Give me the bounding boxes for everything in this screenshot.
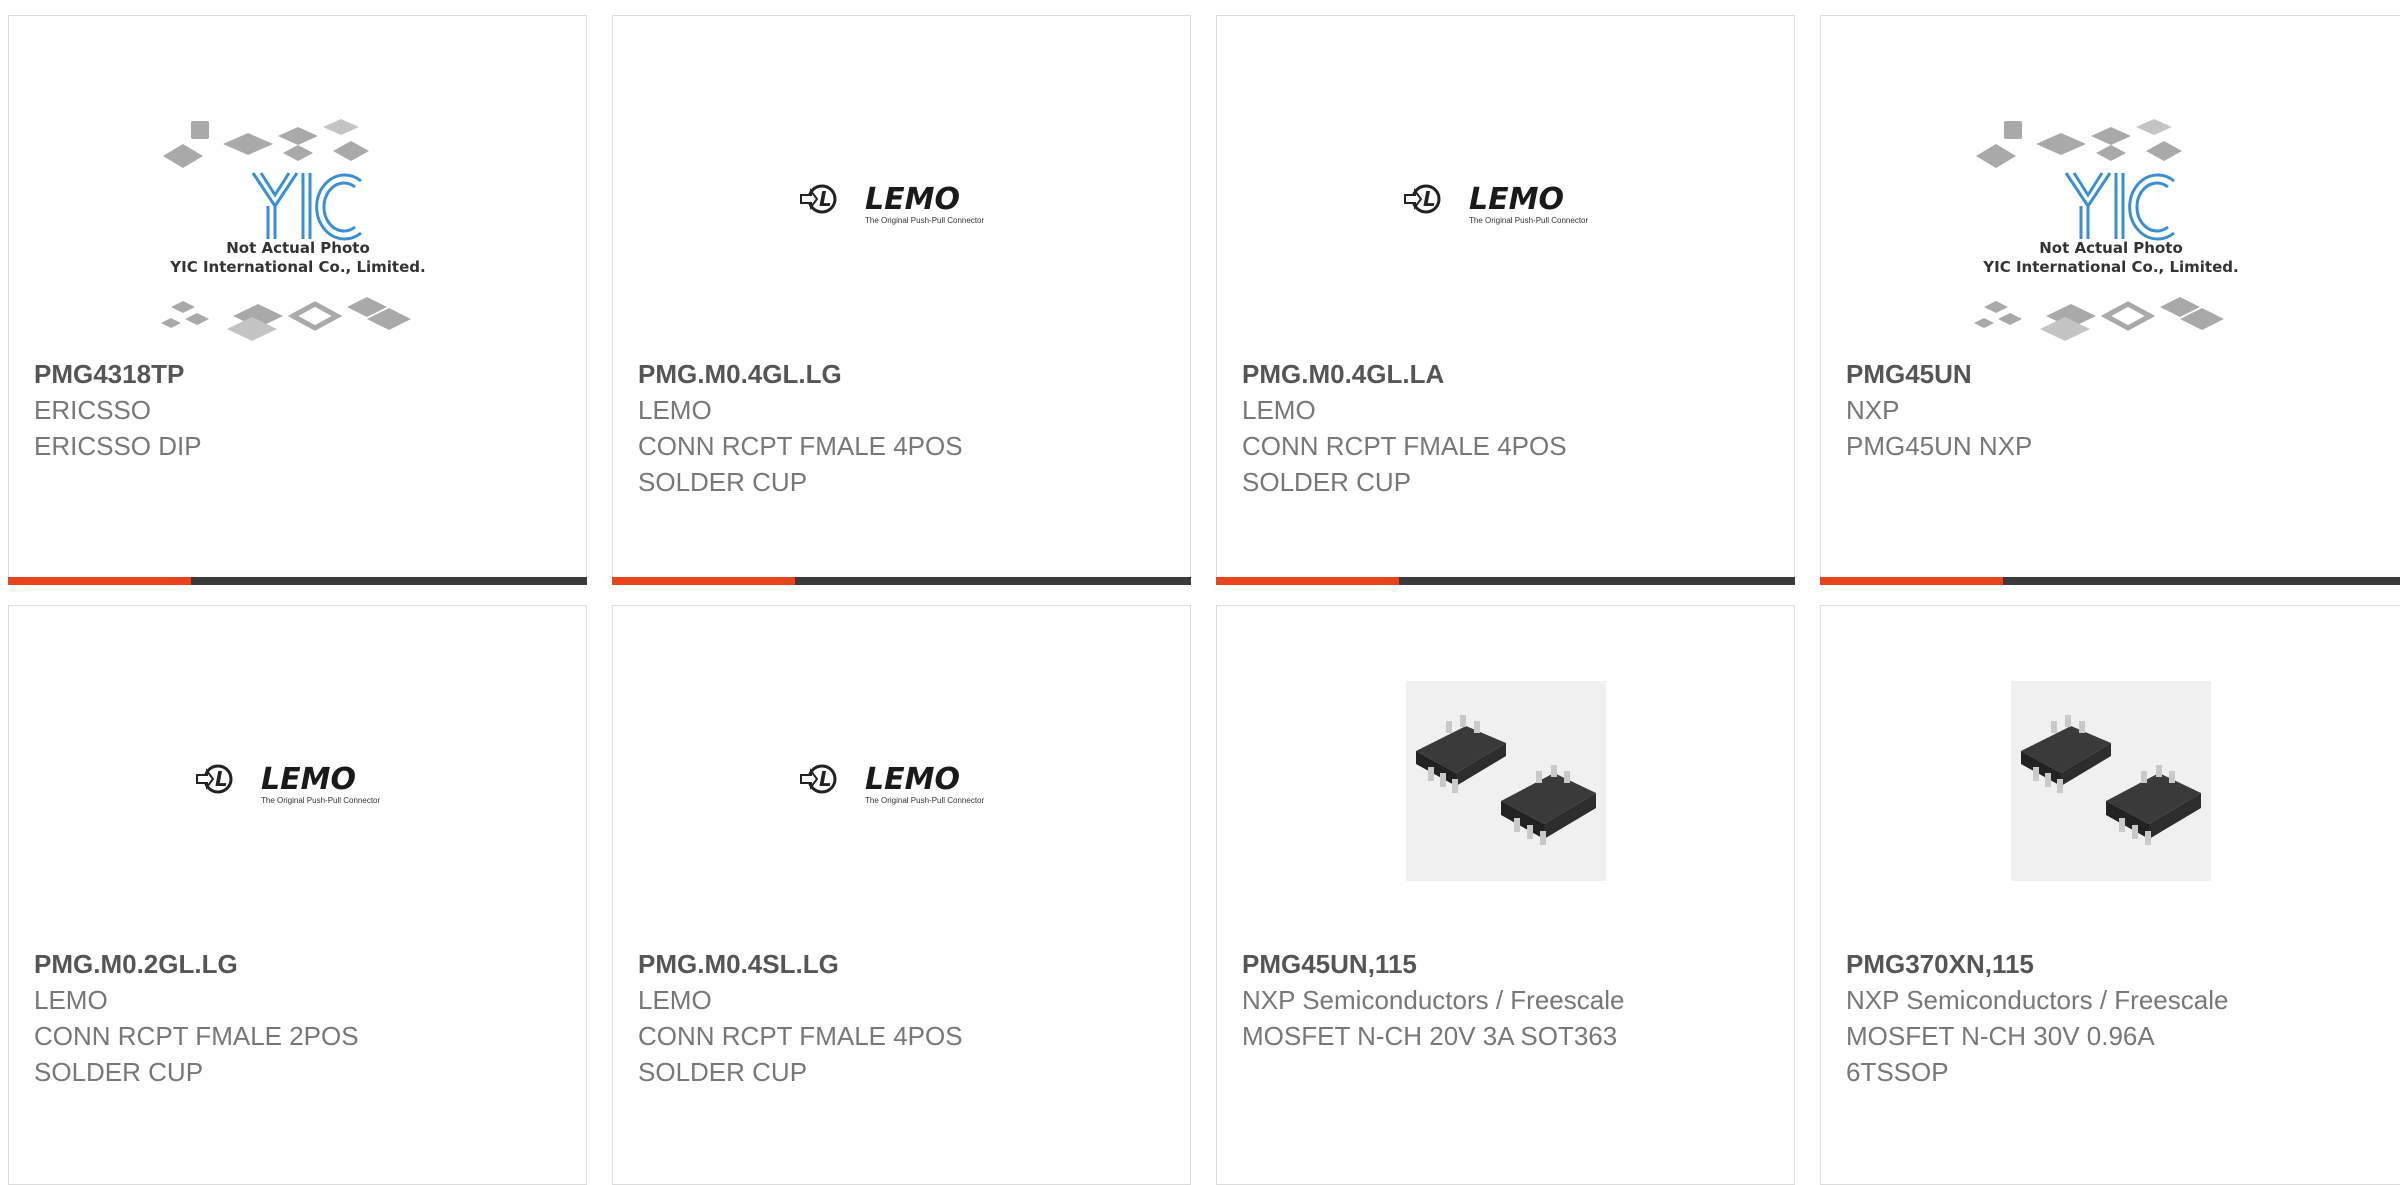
description-line-2: 6TSSOP — [1846, 1057, 1949, 1087]
product-card[interactable]: Not Actual Photo YIC International Co., … — [1820, 15, 2400, 585]
sot363-chip-icon — [1405, 681, 1606, 881]
svg-text:The Original Push-Pull Connect: The Original Push-Pull Connector — [865, 796, 985, 805]
placeholder-caption: Not Actual Photo YIC International Co., … — [1982, 239, 2239, 276]
part-number[interactable]: PMG.M0.4GL.LG — [638, 356, 1170, 392]
product-image-chips — [1821, 676, 2400, 886]
product-image-lemo: L LEMO The Original Push-Pull Connector — [1217, 156, 1794, 246]
product-image-lemo: L LEMO The Original Push-Pull Connector — [613, 736, 1190, 826]
card-footer-bar — [612, 577, 1191, 585]
chip-placeholder-icon: Not Actual Photo YIC International Co., … — [1973, 119, 2239, 341]
manufacturer: LEMO — [638, 985, 712, 1015]
product-card[interactable]: L LEMO The Original Push-Pull Connector … — [1216, 15, 1795, 585]
product-card[interactable]: L LEMO The Original Push-Pull Connector … — [612, 15, 1191, 585]
part-number[interactable]: PMG4318TP — [34, 356, 566, 392]
svg-text:LEMO: LEMO — [261, 762, 356, 797]
product-image-lemo: L LEMO The Original Push-Pull Connector — [613, 156, 1190, 246]
product-card[interactable]: PMG370XN,115 NXP Semiconductors / Freesc… — [1820, 605, 2400, 1185]
sot363-chip-icon — [2010, 681, 2211, 881]
description: MOSFET N-CH 30V 0.96A — [1846, 1021, 2155, 1051]
description: CONN RCPT FMALE 2POS — [34, 1021, 359, 1051]
svg-text:LEMO: LEMO — [865, 182, 960, 217]
description-line-2: SOLDER CUP — [638, 1057, 808, 1087]
part-number[interactable]: PMG45UN — [1846, 356, 2380, 392]
part-number[interactable]: PMG370XN,115 — [1846, 946, 2380, 982]
svg-text:The Original Push-Pull Connect: The Original Push-Pull Connector — [1469, 216, 1589, 225]
manufacturer: NXP Semiconductors / Freescale — [1846, 985, 2229, 1015]
card-footer-bar — [1820, 577, 2400, 585]
card-footer-bar — [8, 577, 587, 585]
part-number[interactable]: PMG.M0.2GL.LG — [34, 946, 566, 982]
product-image-chips — [1217, 676, 1794, 886]
svg-text:L: L — [215, 767, 228, 791]
part-number[interactable]: PMG.M0.4GL.LA — [1242, 356, 1774, 392]
description: ERICSSO DIP — [34, 431, 202, 461]
manufacturer: LEMO — [1242, 395, 1316, 425]
lemo-logo-icon: L LEMO The Original Push-Pull Connector — [799, 182, 985, 225]
svg-text:LEMO: LEMO — [1469, 182, 1564, 217]
product-card[interactable]: L LEMO The Original Push-Pull Connector … — [612, 605, 1191, 1185]
product-card[interactable]: PMG45UN,115 NXP Semiconductors / Freesca… — [1216, 605, 1795, 1185]
svg-text:L: L — [1423, 187, 1436, 211]
description: CONN RCPT FMALE 4POS — [1242, 431, 1567, 461]
description: CONN RCPT FMALE 4POS — [638, 1021, 963, 1051]
description: CONN RCPT FMALE 4POS — [638, 431, 963, 461]
part-number[interactable]: PMG45UN,115 — [1242, 946, 1774, 982]
product-card[interactable]: Not Actual Photo YIC International Co., … — [8, 15, 587, 585]
svg-text:L: L — [819, 187, 832, 211]
svg-text:L: L — [819, 767, 832, 791]
product-image-lemo: L LEMO The Original Push-Pull Connector — [9, 736, 586, 826]
product-image-placeholder: Not Actual Photo YIC International Co., … — [9, 106, 586, 366]
svg-text:The Original Push-Pull Connect: The Original Push-Pull Connector — [865, 216, 985, 225]
description-line-2: SOLDER CUP — [638, 467, 808, 497]
product-image-placeholder: Not Actual Photo YIC International Co., … — [1821, 106, 2400, 366]
svg-text:LEMO: LEMO — [865, 762, 960, 797]
description-line-2: SOLDER CUP — [1242, 467, 1412, 497]
manufacturer: NXP — [1846, 395, 1900, 425]
part-number[interactable]: PMG.M0.4SL.LG — [638, 946, 1170, 982]
manufacturer: NXP Semiconductors / Freescale — [1242, 985, 1625, 1015]
product-card[interactable]: L LEMO The Original Push-Pull Connector … — [8, 605, 587, 1185]
placeholder-caption: Not Actual Photo YIC International Co., … — [169, 239, 426, 276]
lemo-logo-icon: L LEMO The Original Push-Pull Connector — [195, 762, 381, 805]
manufacturer: LEMO — [34, 985, 108, 1015]
svg-text:The Original Push-Pull Connect: The Original Push-Pull Connector — [261, 796, 381, 805]
description: MOSFET N-CH 20V 3A SOT363 — [1242, 1021, 1618, 1051]
lemo-logo-icon: L LEMO The Original Push-Pull Connector — [799, 762, 985, 805]
manufacturer: ERICSSO — [34, 395, 152, 425]
card-footer-bar — [1216, 577, 1795, 585]
manufacturer: LEMO — [638, 395, 712, 425]
description-line-2: SOLDER CUP — [34, 1057, 204, 1087]
chip-placeholder-icon: Not Actual Photo YIC International Co., … — [160, 119, 426, 341]
lemo-logo-icon: L LEMO The Original Push-Pull Connector — [1403, 182, 1589, 225]
description: PMG45UN NXP — [1846, 431, 2033, 461]
